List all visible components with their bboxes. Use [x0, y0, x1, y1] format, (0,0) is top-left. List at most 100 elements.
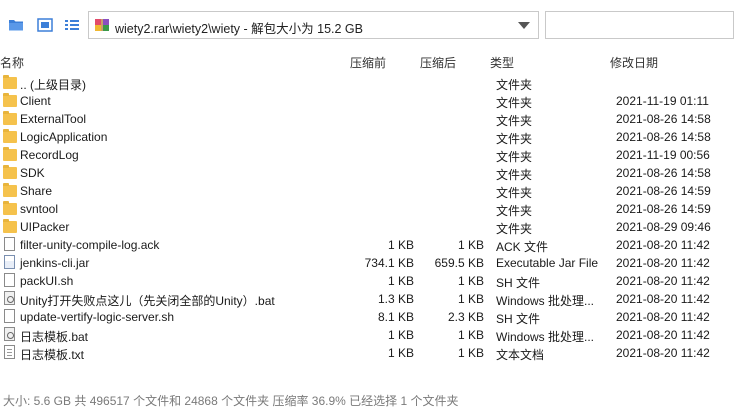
- file-name: .. (上级目录): [20, 78, 86, 92]
- file-name: 日志模板.txt: [20, 348, 85, 362]
- column-header: 名称 压缩前 压缩后 类型 修改日期: [0, 51, 734, 71]
- file-type: 文本文档: [496, 348, 545, 362]
- size-after: 1 KB: [457, 238, 484, 252]
- folder-icon: [3, 201, 17, 216]
- file-row[interactable]: Unity打开失败点这儿（先关闭全部的Unity）.bat 1.3 KB 1 KB W…: [0, 290, 734, 308]
- file-icon: [3, 273, 17, 288]
- file-row[interactable]: update-vertify-logic-server.sh 8.1 KB 2.3 …: [0, 308, 734, 326]
- size-after: 1 KB: [457, 346, 484, 360]
- file-icon: [3, 309, 17, 324]
- size-before: 8.1 KB: [377, 310, 414, 324]
- size-before: 1.3 KB: [377, 292, 414, 306]
- modified-date: 2021-08-26 14:59: [616, 184, 711, 198]
- modified-date: 2021-08-20 11:42: [616, 274, 710, 288]
- file-row[interactable]: LogicApplication 文件夹 2021-08-26 14:58: [0, 128, 734, 146]
- file-name: filter-unity-compile-log.ack: [20, 238, 160, 252]
- file-list: .. (上级目录) 文件夹 Client 文件夹 2021-11-19 01:11 Ext…: [0, 74, 734, 362]
- file-row[interactable]: 日志模板.bat 1 KB 1 KB Windows 批处理... 2021-08-20…: [0, 326, 734, 344]
- file-row[interactable]: jenkins-cli.jar 734.1 KB 659.5 KB Executabl…: [0, 254, 734, 272]
- file-row[interactable]: Share 文件夹 2021-08-26 14:59: [0, 182, 734, 200]
- file-type: 文件夹: [496, 114, 533, 128]
- file-type: 文件夹: [496, 150, 533, 164]
- modified-date: 2021-08-29 09:46: [616, 220, 711, 234]
- size-before: 1 KB: [387, 274, 414, 288]
- file-type: 文件夹: [496, 132, 533, 146]
- folder-icon: [3, 183, 17, 198]
- file-name: Unity打开失败点这儿（先关闭全部的Unity）.bat: [20, 294, 275, 308]
- archive-icon: [94, 17, 110, 33]
- file-type: Windows 批处理...: [496, 330, 595, 344]
- modified-date: 2021-08-26 14:58: [616, 112, 711, 126]
- file-name: SDK: [20, 166, 45, 180]
- size-before: 1 KB: [387, 346, 414, 360]
- status-text: 大小: 5.6 GB 共 496517 个文件和 24868 个文件夹 压缩率 …: [3, 394, 459, 408]
- modified-date: 2021-08-20 11:42: [616, 346, 710, 360]
- view-list-icon[interactable]: [64, 17, 80, 33]
- path-bar[interactable]: wiety2.rar\wiety2\wiety - 解包大小为 15.2 GB: [88, 11, 539, 39]
- size-after: 2.3 KB: [447, 310, 484, 324]
- file-type: ACK 文件: [496, 240, 549, 254]
- size-after: 1 KB: [457, 328, 484, 342]
- column-size-before[interactable]: 压缩前: [350, 54, 386, 71]
- column-size-after[interactable]: 压缩后: [420, 54, 456, 71]
- file-name: packUI.sh: [20, 274, 74, 288]
- file-name: LogicApplication: [20, 130, 108, 144]
- search-input[interactable]: [545, 11, 734, 39]
- file-name: jenkins-cli.jar: [20, 256, 90, 270]
- folder-icon: [3, 111, 17, 126]
- status-bar: 大小: 5.6 GB 共 496517 个文件和 24868 个文件夹 压缩率 …: [0, 388, 734, 409]
- modified-date: 2021-08-26 14:58: [616, 166, 711, 180]
- file-row[interactable]: svntool 文件夹 2021-08-26 14:59: [0, 200, 734, 218]
- batch-file-icon: [3, 327, 17, 342]
- file-row[interactable]: RecordLog 文件夹 2021-11-19 00:56: [0, 146, 734, 164]
- size-after: 659.5 KB: [434, 256, 484, 270]
- folder-icon: [3, 219, 17, 234]
- file-name: Client: [20, 94, 51, 108]
- batch-file-icon: [3, 291, 17, 306]
- file-icon: [3, 237, 17, 252]
- file-type: SH 文件: [496, 312, 541, 326]
- file-row[interactable]: ExternalTool 文件夹 2021-08-26 14:58: [0, 110, 734, 128]
- file-name: Share: [20, 184, 53, 198]
- modified-date: 2021-08-20 11:42: [616, 328, 710, 342]
- modified-date: 2021-08-26 14:59: [616, 202, 711, 216]
- file-name: 日志模板.bat: [20, 330, 89, 344]
- folder-open-icon[interactable]: [8, 17, 24, 33]
- path-text: wiety2.rar\wiety2\wiety - 解包大小为 15.2 GB: [115, 22, 363, 36]
- file-row[interactable]: packUI.sh 1 KB 1 KB SH 文件 2021-08-20 11:42: [0, 272, 734, 290]
- column-type[interactable]: 类型: [490, 54, 514, 71]
- file-type: 文件夹: [496, 186, 533, 200]
- file-type: 文件夹: [496, 222, 533, 236]
- size-after: 1 KB: [457, 274, 484, 288]
- file-type: 文件夹: [496, 204, 533, 218]
- file-row[interactable]: UIPacker 文件夹 2021-08-29 09:46: [0, 218, 734, 236]
- modified-date: 2021-08-20 11:42: [616, 310, 710, 324]
- file-row[interactable]: 日志模板.txt 1 KB 1 KB 文本文档 2021-08-20 11:42: [0, 344, 734, 362]
- file-name: svntool: [20, 202, 59, 216]
- file-type: 文件夹: [496, 78, 533, 92]
- modified-date: 2021-08-20 11:42: [616, 292, 710, 306]
- column-name[interactable]: 名称: [0, 54, 24, 71]
- folder-icon: [3, 129, 17, 144]
- folder-icon: [3, 93, 17, 108]
- file-name: update-vertify-logic-server.sh: [20, 310, 175, 324]
- file-type: Executable Jar File: [496, 256, 599, 270]
- file-row[interactable]: .. (上级目录) 文件夹: [0, 74, 734, 92]
- view-details-icon[interactable]: [37, 17, 53, 33]
- folder-icon: [3, 147, 17, 162]
- file-name: RecordLog: [20, 148, 79, 162]
- size-before: 1 KB: [387, 328, 414, 342]
- toolbar: wiety2.rar\wiety2\wiety - 解包大小为 15.2 GB: [0, 0, 734, 50]
- size-before: 1 KB: [387, 238, 414, 252]
- file-row[interactable]: SDK 文件夹 2021-08-26 14:58: [0, 164, 734, 182]
- column-date[interactable]: 修改日期: [610, 54, 658, 71]
- modified-date: 2021-11-19 01:11: [616, 94, 709, 108]
- file-row[interactable]: Client 文件夹 2021-11-19 01:11: [0, 92, 734, 110]
- file-type: 文件夹: [496, 96, 533, 110]
- file-name: ExternalTool: [20, 112, 87, 126]
- modified-date: 2021-08-26 14:58: [616, 130, 711, 144]
- size-after: 1 KB: [457, 292, 484, 306]
- file-type: 文件夹: [496, 168, 533, 182]
- file-row[interactable]: filter-unity-compile-log.ack 1 KB 1 KB ACK …: [0, 236, 734, 254]
- chevron-down-icon[interactable]: [518, 22, 530, 29]
